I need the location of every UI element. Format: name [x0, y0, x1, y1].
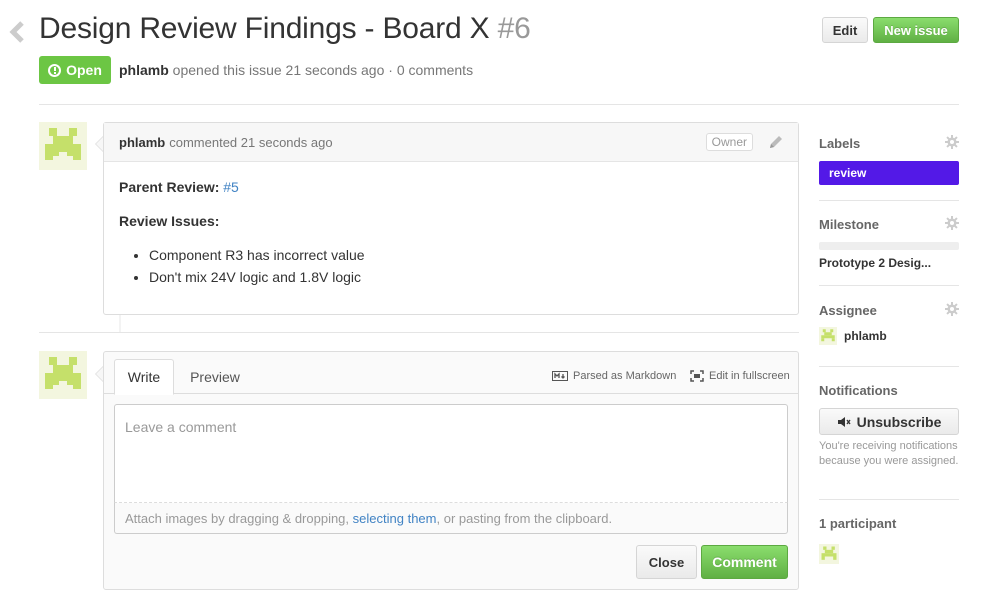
comment-header: phlamb commented 21 seconds ago Owner: [104, 123, 798, 162]
fullscreen-button[interactable]: Edit in fullscreen: [690, 370, 790, 382]
tab-preview[interactable]: Preview: [179, 359, 251, 395]
sidebar-divider: [819, 285, 959, 286]
assignee-name[interactable]: phlamb: [844, 329, 887, 343]
comment-pointer: [95, 366, 103, 382]
avatar[interactable]: [39, 122, 87, 170]
identicon-icon: [45, 128, 81, 160]
notifications-reason: You're receiving notifications because y…: [819, 440, 959, 467]
markdown-icon: [552, 371, 568, 381]
issue-author-link[interactable]: phlamb: [119, 62, 169, 78]
issue-comment: phlamb commented 21 seconds ago Owner Pa…: [103, 122, 799, 315]
issue-title: Design Review Findings - Board X #6: [39, 12, 531, 46]
attach-prefix: Attach images by dragging & dropping,: [125, 511, 350, 526]
assignee-avatar[interactable]: [819, 327, 837, 345]
identicon-icon: [45, 357, 81, 389]
identicon-icon: [821, 546, 837, 560]
timeline-divider: [39, 332, 799, 333]
issue-number: #6: [497, 12, 531, 45]
fullscreen-icon: [690, 370, 704, 382]
milestone-heading: Milestone: [819, 217, 879, 232]
fullscreen-label: Edit in fullscreen: [709, 370, 790, 382]
select-files-link[interactable]: selecting them: [353, 511, 437, 526]
edit-button[interactable]: Edit: [822, 17, 868, 43]
pencil-icon[interactable]: [768, 134, 784, 150]
comment-pointer: [95, 136, 103, 152]
identicon-icon: [821, 329, 835, 342]
comment-textarea[interactable]: Leave a comment: [114, 404, 788, 503]
parent-review-link[interactable]: #5: [223, 179, 239, 195]
parent-review-line: Parent Review: #5: [119, 179, 783, 195]
markdown-note: Parsed as Markdown: [573, 370, 677, 382]
avatar[interactable]: [39, 351, 87, 399]
editor-tabs: Write Preview Parsed as Markdown Edit in…: [104, 352, 798, 395]
list-item: Don't mix 24V logic and 1.8V logic: [149, 269, 783, 285]
sidebar-divider: [819, 499, 959, 500]
sidebar-divider: [819, 200, 959, 201]
back-chevron-icon[interactable]: [8, 20, 26, 44]
parent-review-label: Parent Review:: [119, 179, 220, 195]
sidebar-divider: [819, 366, 959, 367]
status-text: Open: [66, 62, 102, 78]
list-item: Component R3 has incorrect value: [149, 247, 783, 263]
review-issues-heading: Review Issues:: [119, 213, 783, 229]
comment-placeholder: Leave a comment: [125, 419, 237, 435]
label-review[interactable]: review: [819, 161, 959, 185]
status-badge: Open: [39, 56, 111, 84]
review-issues-label: Review Issues:: [119, 213, 220, 229]
comment-time[interactable]: commented 21 seconds ago: [169, 135, 332, 150]
mute-icon: [837, 416, 851, 427]
milestone-gear-icon[interactable]: [945, 216, 959, 230]
header-divider: [39, 104, 959, 105]
assignee-gear-icon[interactable]: [945, 302, 959, 316]
participant-avatar[interactable]: [819, 544, 839, 564]
issue-title-text: Design Review Findings - Board X: [39, 12, 490, 45]
comment-author-link[interactable]: phlamb: [119, 135, 165, 150]
close-issue-button[interactable]: Close: [636, 545, 697, 579]
notifications-heading: Notifications: [819, 383, 898, 398]
issue-opened-text: opened this issue 21 seconds ago · 0 com…: [172, 62, 474, 78]
milestone-progress-bar: [819, 242, 959, 250]
timeline-line: [119, 315, 121, 332]
labels-gear-icon[interactable]: [945, 135, 959, 149]
issue-meta: phlamb opened this issue 21 seconds ago …: [119, 62, 473, 78]
comment-button[interactable]: Comment: [701, 545, 788, 579]
owner-label: Owner: [705, 133, 753, 151]
review-issues-list: Component R3 has incorrect value Don't m…: [119, 247, 783, 285]
new-issue-button[interactable]: New issue: [873, 17, 959, 43]
labels-heading: Labels: [819, 136, 861, 151]
issue-opened-icon: [48, 63, 62, 77]
tab-write[interactable]: Write: [114, 359, 174, 395]
assignee-heading: Assignee: [819, 303, 877, 318]
unsubscribe-label: Unsubscribe: [856, 413, 942, 430]
milestone-title[interactable]: Prototype 2 Desig...: [819, 256, 931, 270]
participants-heading: 1 participant: [819, 516, 897, 531]
attach-suffix: , or pasting from the clipboard.: [436, 511, 613, 526]
comment-body: Parent Review: #5 Review Issues: Compone…: [104, 162, 798, 308]
attach-images-bar[interactable]: Attach images by dragging & dropping, se…: [114, 503, 788, 534]
markdown-help[interactable]: Parsed as Markdown: [552, 370, 676, 382]
new-comment-form: Write Preview Parsed as Markdown Edit in…: [103, 351, 799, 590]
unsubscribe-button[interactable]: Unsubscribe: [819, 408, 959, 435]
